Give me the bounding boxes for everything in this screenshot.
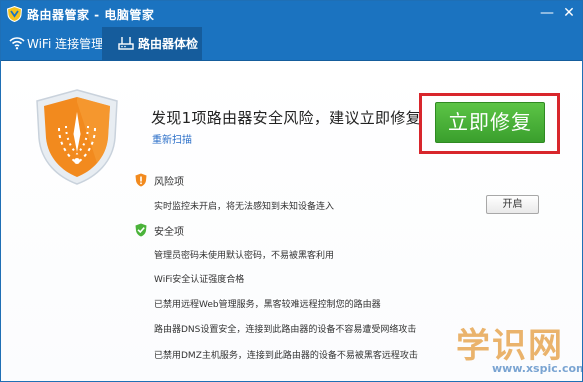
safe-item-text: 已禁用DMZ主机服务，连接到此路由器的设备不易被黑客远程攻击 bbox=[154, 351, 418, 361]
safe-item-text: 路由器DNS设置安全，连接到此路由器的设备不容易遭受网络攻击 bbox=[154, 325, 417, 335]
fix-now-button[interactable]: 立即修复 bbox=[435, 102, 545, 143]
tab-label: 路由器体检 bbox=[138, 37, 199, 51]
minimize-button[interactable]: — bbox=[537, 4, 557, 22]
warning-shield-icon bbox=[135, 173, 147, 187]
app-window: 路由器管家 - 电脑管家 — ✕ WiFi 连接管理 路由器体检 发现1项路由器… bbox=[0, 0, 583, 382]
title-bar[interactable]: 路由器管家 - 电脑管家 — ✕ bbox=[1, 1, 582, 27]
check-shield-icon bbox=[135, 223, 147, 237]
watermark-text: 学识网 bbox=[456, 326, 564, 366]
app-logo-icon bbox=[7, 6, 22, 22]
tab-wifi-management[interactable]: WiFi 连接管理 bbox=[1, 27, 104, 61]
safe-item-text: 已禁用远程Web管理服务，黑客较难远程控制您的路由器 bbox=[154, 300, 381, 310]
scan-result-headline: 发现1项路由器安全风险，建议立即修复 bbox=[151, 109, 421, 127]
risk-item-text: 实时监控未开启，将无法感知到未知设备连入 bbox=[154, 202, 335, 212]
safe-item-text: WiFi安全认证强度合格 bbox=[154, 275, 245, 285]
safe-section-title: 安全项 bbox=[154, 227, 184, 238]
tab-router-checkup[interactable]: 路由器体检 bbox=[102, 27, 202, 61]
rescan-link[interactable]: 重新扫描 bbox=[152, 131, 192, 146]
wifi-icon bbox=[9, 37, 25, 50]
safe-item-text: 管理员密码未使用默认密码，不易被黑客利用 bbox=[154, 251, 335, 261]
tab-label: WiFi 连接管理 bbox=[27, 37, 104, 51]
risk-shield-icon bbox=[36, 89, 118, 185]
tab-bar: WiFi 连接管理 路由器体检 bbox=[1, 27, 582, 61]
watermark-url: www.xspic.com bbox=[492, 362, 583, 375]
router-icon bbox=[118, 37, 134, 50]
enable-monitoring-button[interactable]: 开启 bbox=[486, 195, 539, 214]
window-title: 路由器管家 - 电脑管家 bbox=[27, 8, 155, 22]
close-button[interactable]: ✕ bbox=[559, 4, 579, 22]
site-watermark: 学识网 www.xspic.com bbox=[450, 318, 583, 381]
risk-section-title: 风险项 bbox=[154, 177, 184, 188]
